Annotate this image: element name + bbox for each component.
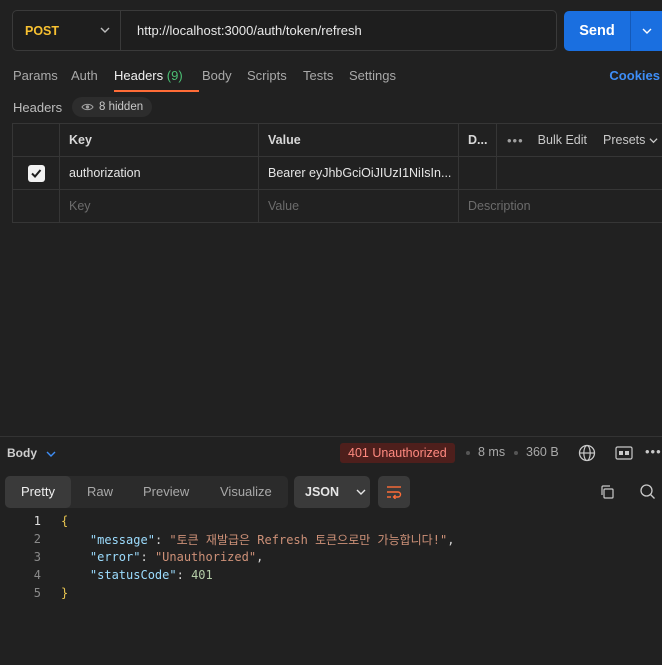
cookies-link[interactable]: Cookies — [609, 68, 660, 83]
chevron-down-icon — [642, 28, 651, 34]
row-checkbox-cell — [12, 190, 59, 222]
code-line: 3 "error": "Unauthorized", — [0, 548, 662, 566]
url-input[interactable]: http://localhost:3000/auth/token/refresh — [121, 23, 362, 38]
send-options-button[interactable] — [630, 11, 662, 51]
separator-dot — [514, 451, 518, 455]
send-button-group: Send — [564, 11, 662, 51]
request-url-bar: POST http://localhost:3000/auth/token/re… — [12, 10, 557, 51]
tab-headers[interactable]: Headers (9) — [114, 68, 183, 83]
active-tab-indicator — [114, 90, 199, 92]
table-actions: ••• Bulk Edit Presets — [496, 124, 662, 156]
method-dropdown[interactable]: POST — [13, 11, 121, 50]
line-number: 2 — [33, 532, 41, 546]
response-body-dropdown[interactable]: Body — [7, 446, 37, 460]
headers-section-title: Headers — [13, 100, 63, 115]
table-row: authorization Bearer eyJhbGciOiJIUzI1NiI… — [12, 157, 662, 190]
new-value-input[interactable]: Value — [258, 190, 458, 222]
line-number: 1 — [33, 514, 41, 528]
view-tab-preview[interactable]: Preview — [143, 484, 189, 499]
view-tab-pretty[interactable]: Pretty — [21, 484, 55, 499]
chevron-down-icon — [649, 137, 658, 143]
row-checkbox[interactable] — [27, 164, 45, 182]
view-tab-visualize[interactable]: Visualize — [220, 484, 272, 499]
column-key: Key — [59, 124, 258, 156]
response-body-code[interactable]: 1{ 2 "message": "토큰 재발급은 Refresh 토큰으로만 가… — [0, 512, 662, 602]
tab-body[interactable]: Body — [202, 68, 232, 83]
copy-icon[interactable] — [599, 484, 615, 500]
tab-settings[interactable]: Settings — [349, 68, 396, 83]
tab-tests[interactable]: Tests — [303, 68, 333, 83]
chevron-down-icon[interactable] — [46, 449, 56, 459]
tab-headers-label: Headers — [114, 68, 164, 83]
response-header-bar: Body 401 Unauthorized 8 ms 360 B ••• — [0, 436, 662, 468]
send-button[interactable]: Send — [564, 23, 630, 39]
save-response-icon[interactable] — [615, 446, 633, 460]
status-badge[interactable]: 401 Unauthorized — [340, 443, 455, 463]
eye-icon — [81, 103, 94, 111]
header-key-cell[interactable]: authorization — [59, 157, 258, 189]
hidden-headers-toggle[interactable]: 8 hidden — [72, 97, 153, 117]
headers-count: (9) — [166, 68, 183, 83]
code-line: 2 "message": "토큰 재발급은 Refresh 토큰으로만 가능합니… — [0, 530, 662, 548]
select-column-header — [12, 124, 59, 156]
separator-dot — [466, 451, 470, 455]
line-number: 5 — [33, 586, 41, 600]
method-label: POST — [25, 23, 60, 38]
line-number: 4 — [33, 568, 41, 582]
wrap-lines-icon — [387, 486, 402, 499]
code-text: "statusCode": 401 — [89, 568, 213, 582]
header-value-cell[interactable]: Bearer eyJhbGciOiJIUzI1NiIsIn... — [258, 157, 458, 189]
table-row-new: Key Value Description — [12, 190, 662, 223]
bulk-edit-button[interactable]: Bulk Edit — [538, 133, 587, 147]
response-view-tabs: Pretty Raw Preview Visualize — [5, 476, 288, 508]
search-icon[interactable] — [639, 483, 656, 500]
code-text: "error": "Unauthorized", — [89, 550, 264, 564]
tab-auth[interactable]: Auth — [71, 68, 98, 83]
tab-scripts[interactable]: Scripts — [247, 68, 287, 83]
checkmark-icon — [31, 169, 42, 178]
format-label: JSON — [305, 485, 340, 499]
column-description: D... — [458, 124, 496, 156]
wrap-lines-button[interactable] — [378, 476, 410, 508]
row-actions-cell — [496, 157, 662, 189]
globe-icon[interactable] — [578, 444, 596, 462]
headers-table: Key Value D... ••• Bulk Edit Presets aut… — [12, 123, 662, 223]
more-options-icon[interactable]: ••• — [645, 444, 662, 459]
new-description-input[interactable]: Description — [458, 190, 662, 222]
more-options-icon[interactable]: ••• — [507, 133, 524, 148]
chevron-down-icon — [356, 489, 366, 495]
code-line: 4 "statusCode": 401 — [0, 566, 662, 584]
table-header-row: Key Value D... ••• Bulk Edit Presets — [12, 124, 662, 157]
code-text: { — [61, 514, 69, 528]
presets-label: Presets — [603, 133, 646, 147]
new-key-input[interactable]: Key — [59, 190, 258, 222]
response-size[interactable]: 360 B — [526, 445, 559, 459]
presets-dropdown[interactable]: Presets — [603, 133, 658, 147]
response-time[interactable]: 8 ms — [478, 445, 505, 459]
hidden-headers-label: 8 hidden — [99, 101, 144, 113]
tab-params[interactable]: Params — [13, 68, 58, 83]
chevron-down-icon — [100, 27, 110, 33]
code-line: 1{ — [0, 512, 662, 530]
header-description-cell[interactable] — [458, 157, 496, 189]
code-text: "message": "토큰 재발급은 Refresh 토큰으로만 가능합니다!… — [89, 532, 455, 547]
code-text: } — [61, 586, 69, 600]
code-line: 5} — [0, 584, 662, 602]
view-tab-raw[interactable]: Raw — [87, 484, 113, 499]
format-dropdown[interactable]: JSON — [294, 476, 370, 508]
request-tabs: Params Auth Headers (9) Body Scripts Tes… — [13, 66, 662, 92]
row-checkbox-cell — [12, 157, 59, 189]
line-number: 3 — [33, 550, 41, 564]
column-value: Value — [258, 124, 458, 156]
